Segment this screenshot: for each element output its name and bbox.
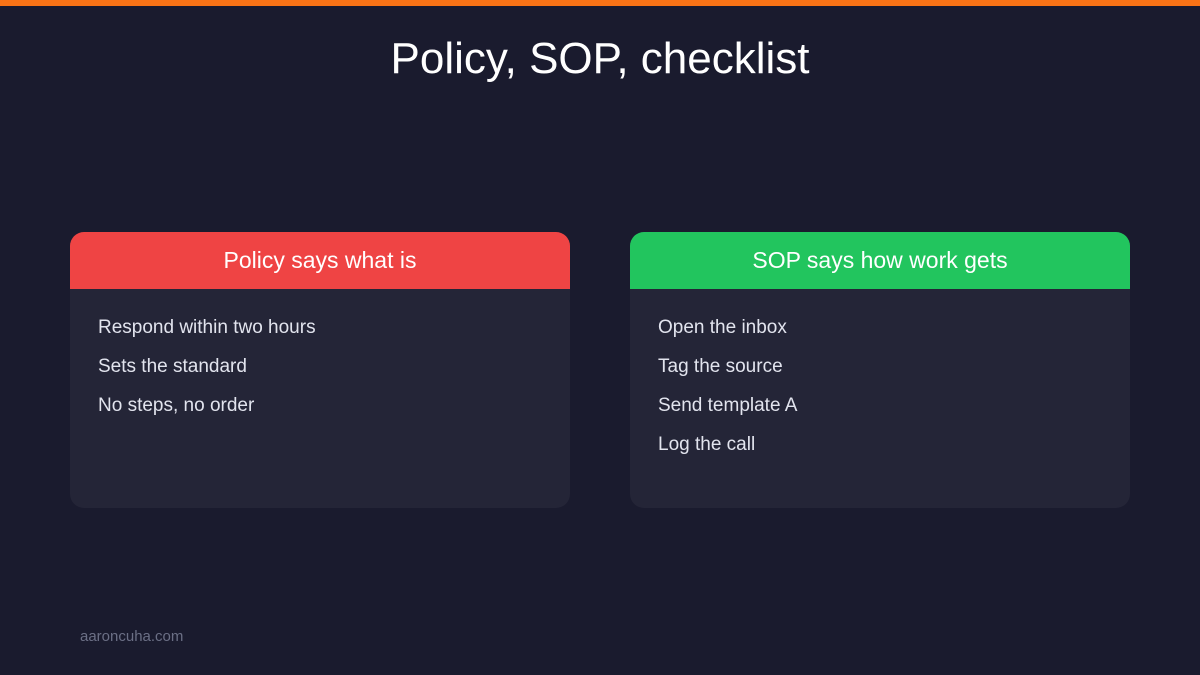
sop-card: SOP says how work gets Open the inbox Ta…	[630, 232, 1130, 508]
list-item: No steps, no order	[98, 395, 255, 416]
list-item: Tag the source	[658, 356, 783, 377]
list-item: Sets the standard	[98, 356, 247, 377]
sop-card-list: Open the inbox Tag the source Send templ…	[630, 289, 1130, 464]
footer-url: aaroncuha.com	[80, 628, 184, 645]
list-item: Log the call	[658, 434, 756, 455]
policy-card-header: Policy says what is	[70, 232, 570, 289]
sop-card-header: SOP says how work gets	[630, 232, 1130, 289]
list-item: Respond within two hours	[98, 317, 316, 338]
policy-card-list: Respond within two hours Sets the standa…	[70, 289, 570, 425]
accent-bar	[0, 0, 1200, 6]
slide-title: Policy, SOP, checklist	[390, 34, 810, 83]
list-item: Send template A	[658, 395, 798, 416]
policy-card: Policy says what is Respond within two h…	[70, 232, 570, 508]
list-item: Open the inbox	[658, 317, 787, 338]
